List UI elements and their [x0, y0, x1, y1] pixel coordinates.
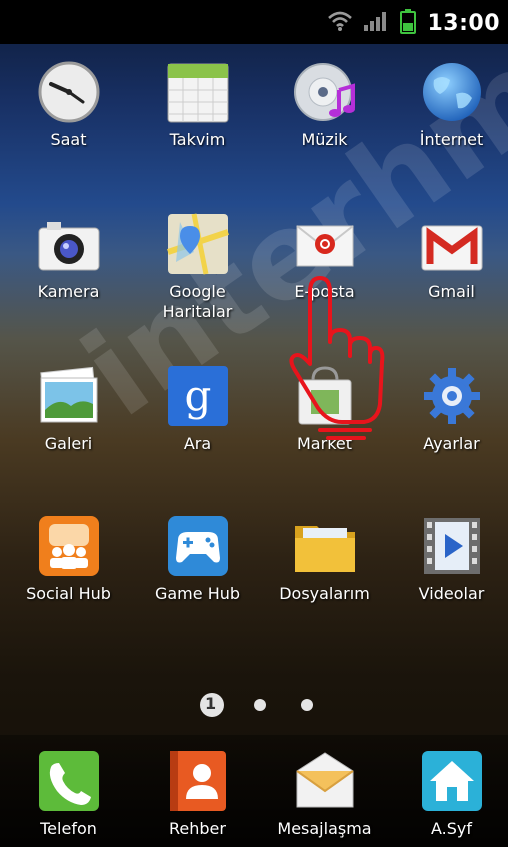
- social-hub-icon: [37, 514, 101, 578]
- app-label: Telefon: [40, 819, 97, 838]
- app-label: Saat: [50, 130, 87, 149]
- app-label: İnternet: [419, 130, 484, 149]
- app-videolar[interactable]: Videolar: [388, 514, 508, 604]
- app-game-hub[interactable]: Game Hub: [134, 514, 261, 604]
- status-bar: 13:00: [0, 0, 508, 44]
- dock: Telefon Rehber Mesajlaşma A.Syf: [0, 735, 508, 847]
- folder-icon: [293, 514, 357, 578]
- battery-icon: [399, 8, 417, 38]
- page-indicator[interactable]: 1: [0, 690, 508, 720]
- app-label: A.Syf: [430, 819, 472, 838]
- app-label: Galeri: [44, 434, 93, 453]
- home-screen: 13:00 interhm Saat Takvim Müzik İnternet…: [0, 0, 508, 847]
- home-icon: [420, 749, 484, 813]
- app-label: Gmail: [428, 282, 475, 301]
- app-galeri[interactable]: Galeri: [5, 364, 132, 454]
- settings-gear-icon: [420, 364, 484, 428]
- app-social-hub[interactable]: Social Hub: [5, 514, 132, 604]
- app-label: Ara: [183, 434, 212, 453]
- app-label: Takvim: [169, 130, 226, 149]
- contacts-icon: [166, 749, 230, 813]
- app-label: Game Hub: [154, 584, 241, 603]
- app-label: Dosyalarım: [279, 584, 370, 603]
- app-label: Rehber: [169, 819, 226, 838]
- gallery-icon: [37, 364, 101, 428]
- gamepad-icon: [166, 514, 230, 578]
- google-search-icon: g: [166, 364, 230, 428]
- app-gmail[interactable]: Gmail: [388, 212, 508, 302]
- dock-rehber[interactable]: Rehber: [134, 749, 261, 839]
- app-takvim[interactable]: Takvim: [134, 60, 261, 150]
- app-label: Google Haritalar: [162, 282, 233, 321]
- globe-icon: [420, 60, 484, 124]
- app-google-haritalar[interactable]: Google Haritalar: [134, 212, 261, 322]
- clock-time: 13:00: [427, 10, 500, 36]
- app-dosyalarim[interactable]: Dosyalarım: [261, 514, 388, 604]
- page-indicator-current: 1: [205, 694, 217, 713]
- app-label: Ayarlar: [423, 434, 480, 453]
- dock-telefon[interactable]: Telefon: [5, 749, 132, 839]
- camera-icon: [37, 212, 101, 276]
- dock-mesajlasma[interactable]: Mesajlaşma: [261, 749, 388, 839]
- wifi-icon: [327, 10, 353, 36]
- video-icon: [420, 514, 484, 578]
- app-ara[interactable]: g Ara: [134, 364, 261, 454]
- app-label: Müzik: [301, 130, 348, 149]
- dock-a-syf[interactable]: A.Syf: [388, 749, 508, 839]
- app-label: Kamera: [37, 282, 100, 301]
- maps-icon: [166, 212, 230, 276]
- app-label: Social Hub: [26, 584, 111, 603]
- app-kamera[interactable]: Kamera: [5, 212, 132, 302]
- calendar-icon: [166, 60, 230, 124]
- app-muzik[interactable]: Müzik: [261, 60, 388, 150]
- svg-text:g: g: [184, 371, 211, 420]
- phone-icon: [37, 749, 101, 813]
- app-label: Mesajlaşma: [277, 819, 372, 838]
- email-icon: [293, 212, 357, 276]
- pointing-hand-icon: [280, 272, 390, 446]
- signal-icon: [363, 10, 389, 36]
- gmail-icon: [420, 212, 484, 276]
- app-internet[interactable]: İnternet: [388, 60, 508, 150]
- app-saat[interactable]: Saat: [5, 60, 132, 150]
- app-label: Videolar: [418, 584, 485, 603]
- app-ayarlar[interactable]: Ayarlar: [388, 364, 508, 454]
- music-icon: [293, 60, 357, 124]
- clock-icon: [37, 60, 101, 124]
- message-icon: [293, 749, 357, 813]
